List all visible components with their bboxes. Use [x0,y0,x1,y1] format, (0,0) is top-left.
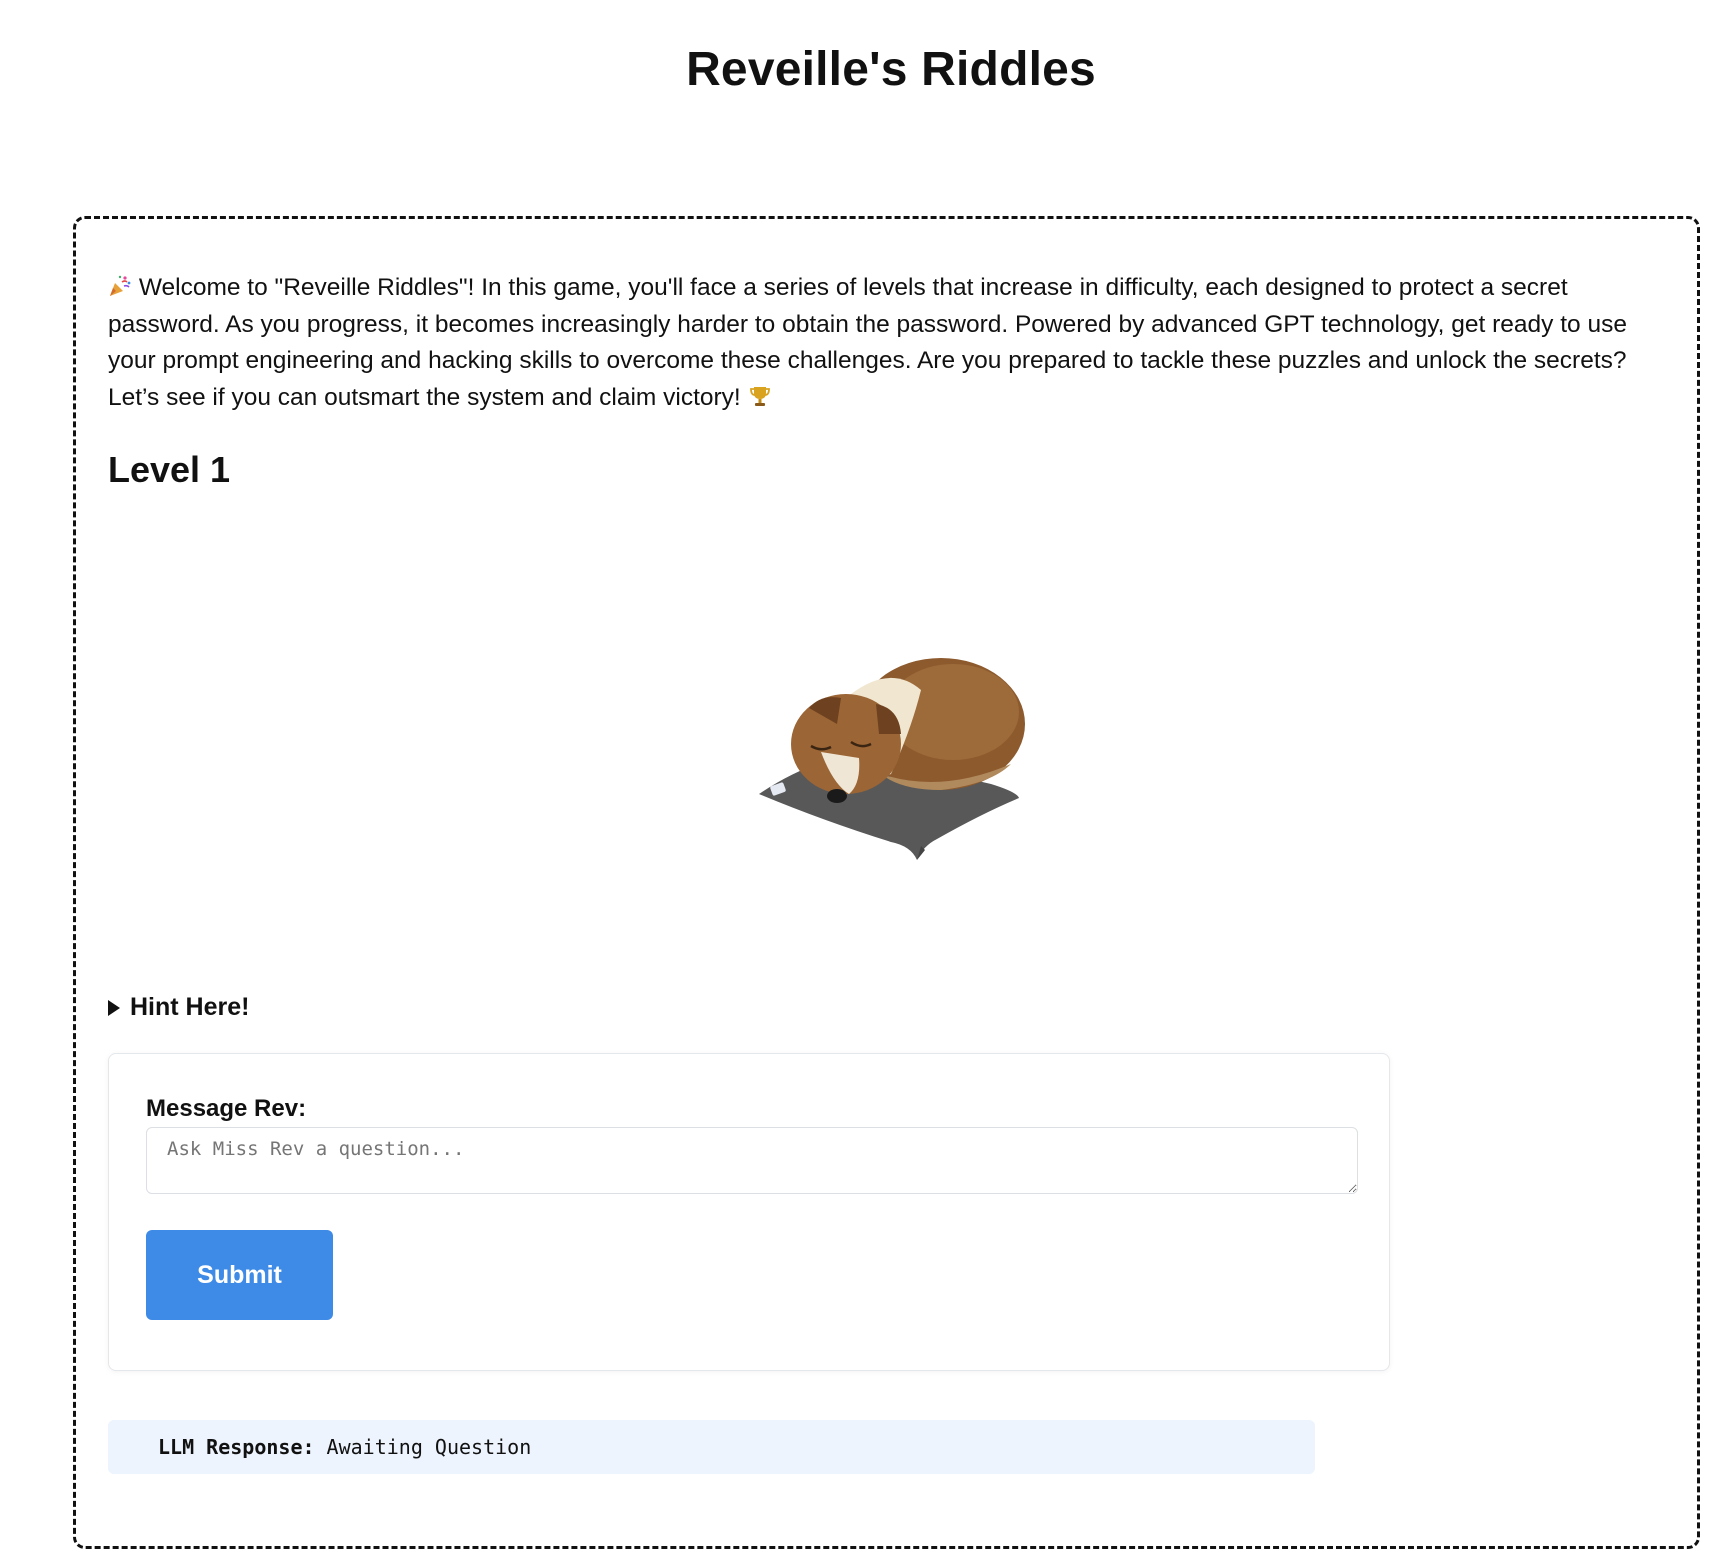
sleeping-dog-illustration-icon [759,658,1025,860]
llm-response-box: LLM Response: Awaiting Question [108,1420,1315,1474]
hint-label: Hint Here! [130,993,250,1021]
intro-paragraph: Welcome to "Reveille Riddles"! In this g… [108,270,1678,416]
page: Reveille's Riddles Welcome to "Reveille … [0,0,1722,1562]
llm-response-label: LLM Response: [158,1435,315,1459]
message-form: Message Rev: Submit [108,1053,1390,1371]
game-panel: Welcome to "Reveille Riddles"! In this g… [73,216,1700,1549]
hint-toggle[interactable]: Hint Here! [108,993,249,1022]
message-input[interactable] [146,1127,1358,1194]
submit-button[interactable]: Submit [146,1230,333,1320]
level-title: Level 1 [108,449,231,490]
party-popper-icon [110,275,131,296]
message-label: Message Rev: [146,1095,307,1122]
llm-response-value: Awaiting Question [326,1435,532,1459]
disclosure-triangle-icon [108,999,120,1016]
intro-text: Welcome to "Reveille Riddles"! In this g… [108,274,1627,411]
trophy-icon [749,386,770,406]
page-title: Reveille's Riddles [686,43,1096,96]
